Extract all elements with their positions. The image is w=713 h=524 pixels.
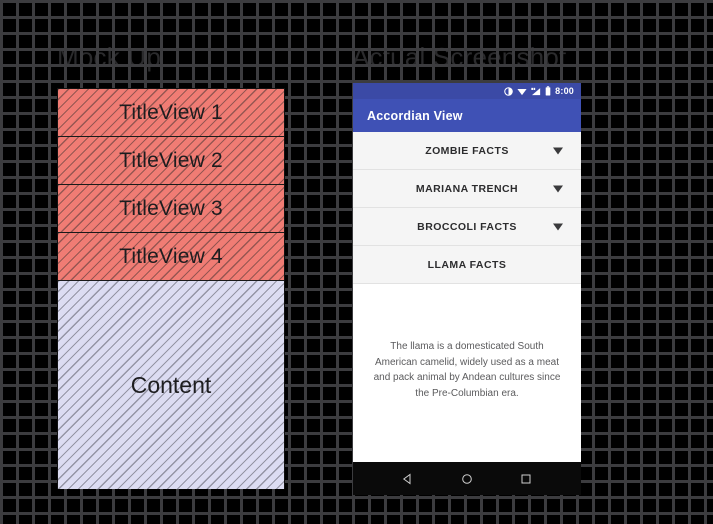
accordion-item-mariana-trench[interactable]: MARIANA TRENCH (353, 170, 581, 208)
accordion-item-llama-facts[interactable]: LLAMA FACTS (353, 246, 581, 284)
mockup-titleview-label: TitleView 2 (119, 148, 223, 172)
recents-icon[interactable] (520, 473, 532, 485)
mockup-content-label: Content (130, 371, 212, 398)
mockup-titleview-row: TitleView 4 (58, 233, 284, 281)
accordion-list: ZOMBIE FACTS MARIANA TRENCH BROCCOLI FAC… (353, 132, 581, 284)
home-icon[interactable] (461, 473, 473, 485)
android-nav-bar (353, 462, 581, 495)
accordion-item-label: MARIANA TRENCH (415, 182, 519, 195)
battery-icon (545, 86, 551, 96)
mockup-titleview-row: TitleView 1 (58, 89, 284, 137)
page-canvas: Mock Up Actual Screenshot TitleView 1 Ti… (0, 0, 713, 524)
mockup-section-caption: Mock Up (57, 42, 161, 72)
app-bar: Accordian View (353, 99, 581, 132)
accordion-item-broccoli-facts[interactable]: BROCCOLI FACTS (353, 208, 581, 246)
back-icon[interactable] (402, 473, 414, 485)
accordion-item-label: LLAMA FACTS (427, 258, 507, 271)
accordion-item-label: BROCCOLI FACTS (417, 220, 517, 233)
mockup-titleview-row: TitleView 2 (58, 137, 284, 185)
phone-device: 8:00 Accordian View ZOMBIE FACTS MARIANA… (353, 83, 581, 495)
chevron-down-icon[interactable] (553, 223, 563, 230)
phone-screen: 8:00 Accordian View ZOMBIE FACTS MARIANA… (353, 83, 581, 462)
mockup-titleview-label: TitleView 3 (119, 196, 223, 220)
mockup-titleview-label: TitleView 4 (119, 244, 223, 268)
actual-section-caption: Actual Screenshot (352, 42, 567, 72)
wifi-icon (517, 88, 527, 95)
alarm-icon (504, 86, 513, 96)
mockup-content-box: Content (58, 281, 284, 489)
accordion-expanded-body: The llama is a domesticated South Americ… (353, 284, 581, 462)
accordion-body-text: The llama is a domesticated South Americ… (373, 341, 561, 399)
mockup-panel: TitleView 1 TitleView 2 TitleView 3 Titl… (57, 88, 285, 489)
app-bar-title: Accordian View (367, 108, 463, 123)
accordion-item-label: ZOMBIE FACTS (425, 144, 509, 157)
mockup-titleview-label: TitleView 1 (119, 100, 223, 124)
chevron-down-icon[interactable] (553, 185, 563, 192)
mockup-titleview-row: TitleView 3 (58, 185, 284, 233)
status-bar-time: 8:00 (555, 85, 574, 96)
accordion-item-zombie-facts[interactable]: ZOMBIE FACTS (353, 132, 581, 170)
signal-icon (531, 87, 541, 95)
chevron-down-icon[interactable] (553, 147, 563, 154)
status-bar: 8:00 (353, 83, 581, 99)
